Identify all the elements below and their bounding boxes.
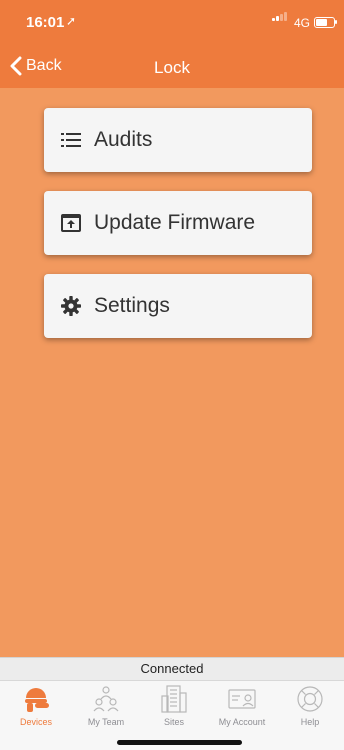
firmware-upload-icon	[60, 212, 82, 234]
tab-sites[interactable]: Sites	[140, 681, 208, 733]
home-indicator	[117, 740, 242, 745]
navigation-bar: Back Lock	[0, 44, 344, 88]
tab-label: Help	[300, 717, 320, 727]
list-icon	[60, 129, 82, 151]
status-bar: 16:01 ➚ 4G	[0, 0, 344, 44]
tab-devices[interactable]: Devices	[2, 681, 70, 733]
tab-label: My Account	[218, 717, 266, 727]
audits-button[interactable]: Audits	[44, 108, 312, 172]
audits-label: Audits	[94, 128, 153, 151]
lock-device-icon	[25, 688, 49, 712]
battery-icon	[314, 17, 335, 28]
update-firmware-label: Update Firmware	[94, 211, 256, 234]
lifebuoy-icon	[297, 686, 323, 712]
tab-my-account[interactable]: My Account	[208, 681, 276, 733]
location-arrow-icon: ➚	[66, 14, 77, 28]
tab-my-team[interactable]: My Team	[72, 681, 140, 733]
tab-label: Sites	[163, 717, 184, 727]
tab-help[interactable]: Help	[276, 681, 344, 733]
update-firmware-button[interactable]: Update Firmware	[44, 191, 312, 255]
status-time: 16:01	[26, 14, 65, 31]
connection-status: Connected	[0, 657, 344, 680]
battery-tip	[335, 20, 337, 24]
team-icon	[93, 686, 119, 712]
settings-button[interactable]: Settings	[44, 274, 312, 338]
tab-label: My Team	[87, 717, 125, 727]
gear-icon	[60, 295, 82, 317]
tab-label: Devices	[19, 717, 52, 727]
page-title: Lock	[154, 58, 190, 77]
network-type: 4G	[294, 16, 311, 30]
id-card-icon	[228, 689, 256, 709]
settings-label: Settings	[94, 294, 170, 317]
buildings-icon	[161, 685, 187, 713]
